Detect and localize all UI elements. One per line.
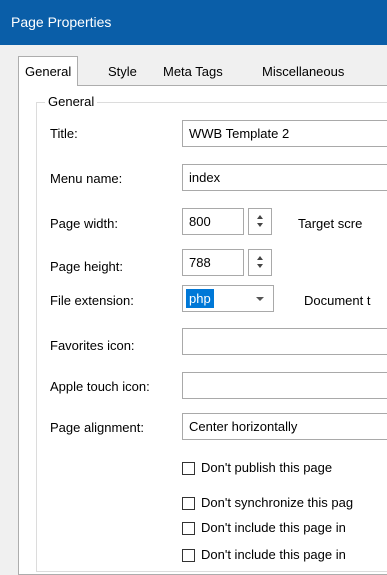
- title-label: Title:: [50, 126, 78, 141]
- general-group-label: General: [45, 94, 98, 109]
- chevron-down-icon[interactable]: [256, 297, 264, 301]
- page-alignment-label: Page alignment:: [50, 420, 144, 435]
- spin-down-icon[interactable]: [257, 264, 263, 268]
- tab-miscellaneous[interactable]: Miscellaneous: [262, 60, 344, 86]
- file-extension-label: File extension:: [50, 293, 134, 308]
- apple-touch-icon-label: Apple touch icon:: [50, 379, 150, 394]
- window-title: Page Properties: [11, 14, 112, 30]
- tab-style[interactable]: Style: [108, 60, 137, 86]
- dont-synchronize-label[interactable]: Don't synchronize this pag: [201, 495, 353, 510]
- tab-general[interactable]: General: [18, 56, 79, 86]
- target-screen-label: Target scre: [298, 216, 363, 231]
- page-width-spinner[interactable]: [248, 208, 272, 235]
- dont-synchronize-checkbox[interactable]: [182, 497, 195, 510]
- tab-strip: General Style Meta Tags Miscellaneous: [18, 56, 387, 86]
- file-extension-select[interactable]: php: [182, 285, 274, 312]
- dont-publish-label[interactable]: Don't publish this page: [201, 460, 332, 475]
- page-height-input[interactable]: 788: [182, 249, 244, 276]
- dont-publish-checkbox[interactable]: [182, 462, 195, 475]
- file-extension-value: php: [186, 289, 214, 308]
- tab-meta-tags[interactable]: Meta Tags: [163, 60, 223, 86]
- spin-up-icon[interactable]: [257, 256, 263, 260]
- page-alignment-select[interactable]: Center horizontally: [182, 413, 387, 440]
- apple-touch-icon-input[interactable]: [182, 372, 387, 399]
- dont-include-checkbox-1[interactable]: [182, 522, 195, 535]
- page-width-label: Page width:: [50, 216, 118, 231]
- document-type-label: Document t: [304, 293, 371, 308]
- dont-include-label-1[interactable]: Don't include this page in: [201, 520, 346, 535]
- page-height-label: Page height:: [50, 259, 124, 274]
- favorites-icon-input[interactable]: [182, 328, 387, 355]
- spin-up-icon[interactable]: [257, 215, 263, 219]
- page-width-input[interactable]: 800: [182, 208, 244, 235]
- title-input[interactable]: WWB Template 2: [182, 120, 387, 147]
- menu-name-input[interactable]: index: [182, 164, 387, 191]
- spin-down-icon[interactable]: [257, 223, 263, 227]
- dont-include-label-2[interactable]: Don't include this page in: [201, 547, 346, 562]
- dont-include-checkbox-2[interactable]: [182, 549, 195, 562]
- menu-name-label: Menu name:: [50, 171, 123, 186]
- window-title-bar: Page Properties: [0, 0, 387, 45]
- page-height-spinner[interactable]: [248, 249, 272, 276]
- favorites-icon-label: Favorites icon:: [50, 338, 135, 353]
